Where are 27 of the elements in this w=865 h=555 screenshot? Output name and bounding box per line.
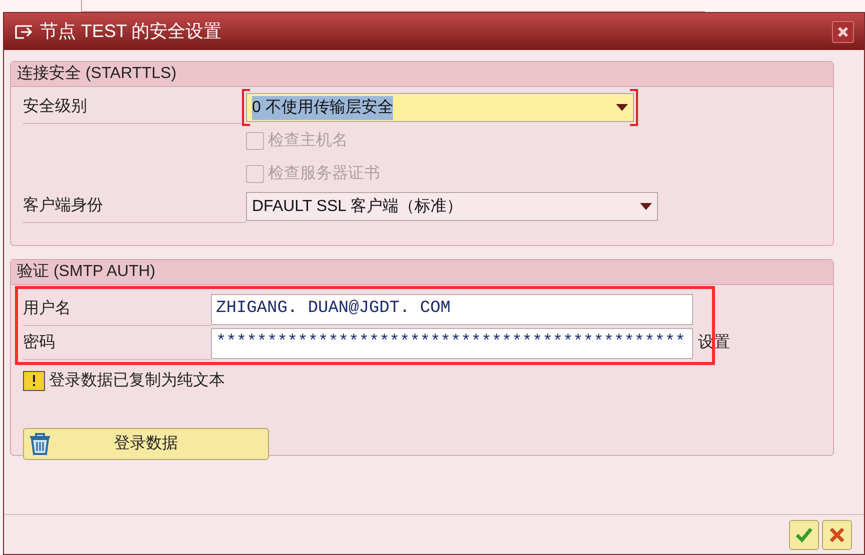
- field-value: **********************************************: [216, 332, 686, 354]
- select-field[interactable]: DFAULT SSL 客户端（标准）: [246, 192, 658, 221]
- select-field[interactable]: 0 不使用传输层安全: [246, 93, 634, 122]
- checkmark-icon: [795, 526, 813, 542]
- group-title: 验证 (SMTP AUTH): [11, 260, 833, 285]
- cancel-button[interactable]: [822, 520, 852, 550]
- group-title: 连接安全 (STARTTLS): [11, 62, 833, 87]
- close-button[interactable]: [832, 20, 854, 42]
- checkbox-square: [246, 132, 264, 150]
- window-title: 节点 TEST 的安全设置: [40, 20, 222, 43]
- close-icon: [829, 526, 845, 542]
- warning-icon: [23, 371, 45, 391]
- field-value: ZHIGANG. DUAN@JGDT. COM: [216, 298, 451, 320]
- trash-icon: [28, 433, 52, 455]
- select-value: DFAULT SSL 客户端（标准）: [252, 196, 462, 216]
- login-data-button[interactable]: 登录数据: [23, 428, 269, 460]
- window-icon: [14, 24, 34, 40]
- checkbox-square: [246, 164, 264, 182]
- status-message: 登录数据已复制为纯文本: [49, 370, 225, 391]
- close-icon: [837, 26, 849, 38]
- select-value: 0 不使用传输层安全: [252, 96, 394, 120]
- text-field[interactable]: **********************************************: [211, 328, 693, 358]
- confirm-button[interactable]: [789, 520, 819, 550]
- field-suffix: 设置: [698, 333, 730, 353]
- dropdown-caret-icon: [616, 104, 628, 111]
- text-field[interactable]: ZHIGANG. DUAN@JGDT. COM: [211, 294, 693, 324]
- dropdown-caret-icon: [640, 203, 652, 210]
